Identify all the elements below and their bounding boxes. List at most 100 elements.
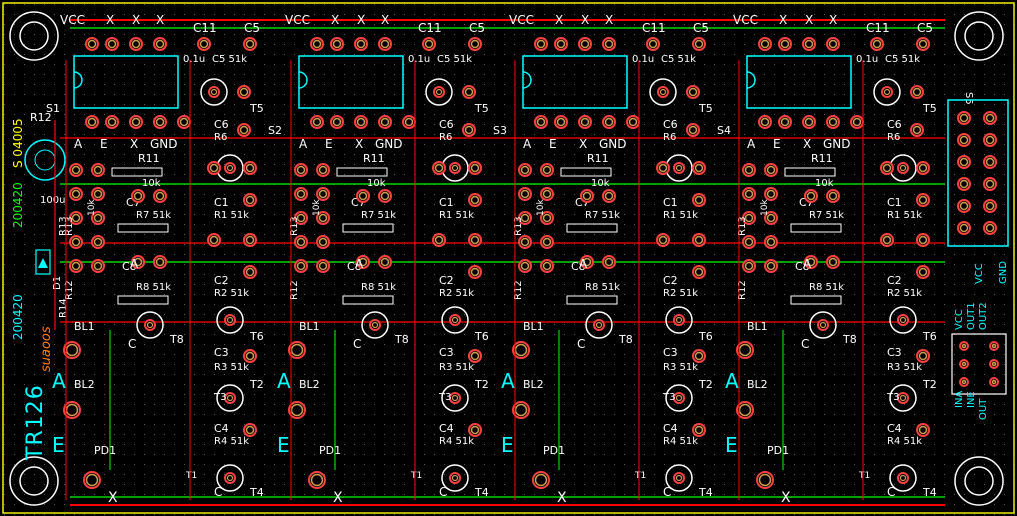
header-pad [826, 37, 840, 51]
ic-pad [778, 115, 792, 129]
header-pad [85, 37, 99, 51]
right-pad [656, 161, 670, 175]
resistor-column-pad [69, 187, 83, 201]
t6-label: T6 [698, 330, 713, 343]
c5-value-label: C5 51k [212, 54, 247, 65]
right-pad [916, 233, 930, 247]
connector-out1: OUT1 [966, 302, 977, 330]
header-pad [105, 37, 119, 51]
letter-c-label: C [801, 337, 809, 351]
ic-pad [177, 115, 191, 129]
r11-value: 10k [142, 178, 161, 189]
resistor-column-pad [742, 259, 756, 273]
right-pad [207, 233, 221, 247]
letter-c-label: C [214, 485, 222, 499]
resistor-column-pad [91, 259, 105, 273]
c1-label: C1 [439, 196, 454, 209]
c2-label: C2 [439, 274, 454, 287]
bl1-label: BL1 [74, 320, 95, 333]
bl2-label: BL2 [74, 378, 95, 391]
right-pad [207, 161, 221, 175]
c4-label: C4 [663, 422, 678, 435]
t3-label: T3 [213, 392, 226, 403]
r4-label: R4 51k [439, 436, 474, 447]
x-mark-label: X [108, 490, 118, 506]
connector-vcc-mid: VCC [954, 309, 965, 330]
right-pad [692, 423, 706, 437]
ic-pad [578, 115, 592, 129]
right-pad [692, 161, 706, 175]
resistor-column-pad [316, 235, 330, 249]
letter-c-label: C [353, 337, 361, 351]
resistor-column-pad [91, 163, 105, 177]
header-pad [378, 37, 392, 51]
s-switch-label: S2 [268, 124, 282, 137]
bus-gnd-label: GND [375, 137, 403, 151]
t1-label: T1 [634, 471, 646, 481]
r2-label: R2 51k [887, 288, 922, 299]
c8-pad [602, 255, 616, 269]
pd1-label: PD1 [767, 444, 789, 457]
resistor-column-pad [294, 259, 308, 273]
header-pad [354, 37, 368, 51]
header-x-label: X [605, 13, 613, 27]
c11-label: C11 [193, 21, 217, 35]
right-pad [916, 265, 930, 279]
c5-label: C5 [244, 21, 260, 35]
right-pad [692, 193, 706, 207]
pd1-pad [756, 471, 774, 489]
s-switch-label: S4 [717, 124, 731, 137]
right-pad [243, 193, 257, 207]
c7-pad [580, 189, 594, 203]
ic-pad [85, 115, 99, 129]
letter-a-label: A [501, 369, 515, 393]
r8-label: R8 51k [136, 282, 171, 293]
header-pad [578, 37, 592, 51]
header-x-label: X [331, 13, 339, 27]
t4-label: T4 [922, 486, 937, 499]
resistor-column-pad [69, 163, 83, 177]
resistor-column-pad [742, 163, 756, 177]
t1-label: T1 [185, 471, 197, 481]
letter-c-label: C [887, 485, 895, 499]
c5-pad [692, 37, 706, 51]
right-pad [432, 233, 446, 247]
c11-pad [197, 37, 211, 51]
r6-label: R6 [887, 132, 900, 143]
resistor-column-pad [742, 187, 756, 201]
s5-pin [957, 111, 971, 125]
c5-label: C5 [469, 21, 485, 35]
t3-label: T3 [886, 392, 899, 403]
ic-pad [330, 115, 344, 129]
cap-value-label: 0.1u [183, 54, 205, 65]
bus-a-label: A [74, 137, 83, 151]
pd1-label: PD1 [94, 444, 116, 457]
letter-e-label: E [52, 433, 65, 457]
header-pad [758, 37, 772, 51]
r13-value: 10k [536, 199, 546, 216]
c7-pad [356, 189, 370, 203]
ic-pad [354, 115, 368, 129]
header-pad [330, 37, 344, 51]
bl1-label: BL1 [747, 320, 768, 333]
s5-pin [983, 177, 997, 191]
c2-label: C2 [663, 274, 678, 287]
board-date-code-green: 200420 [11, 182, 25, 228]
r6-label: R6 [214, 132, 227, 143]
c5-pad [916, 37, 930, 51]
s-switch-label: S3 [493, 124, 507, 137]
s5-label: S5 [963, 92, 974, 105]
resistor-column-pad [316, 259, 330, 273]
t4-label: T4 [474, 486, 489, 499]
c8-pad [826, 255, 840, 269]
t8-label: T8 [394, 333, 409, 346]
right-pad [692, 349, 706, 363]
cap-100u-label: 100u [40, 195, 65, 206]
t1-label: T1 [858, 471, 870, 481]
resistor-column-pad [91, 235, 105, 249]
right-pad [468, 193, 482, 207]
right-pad [237, 85, 251, 99]
r3-label: R3 51k [663, 362, 698, 373]
ic-pad [554, 115, 568, 129]
s5-pin [957, 221, 971, 235]
